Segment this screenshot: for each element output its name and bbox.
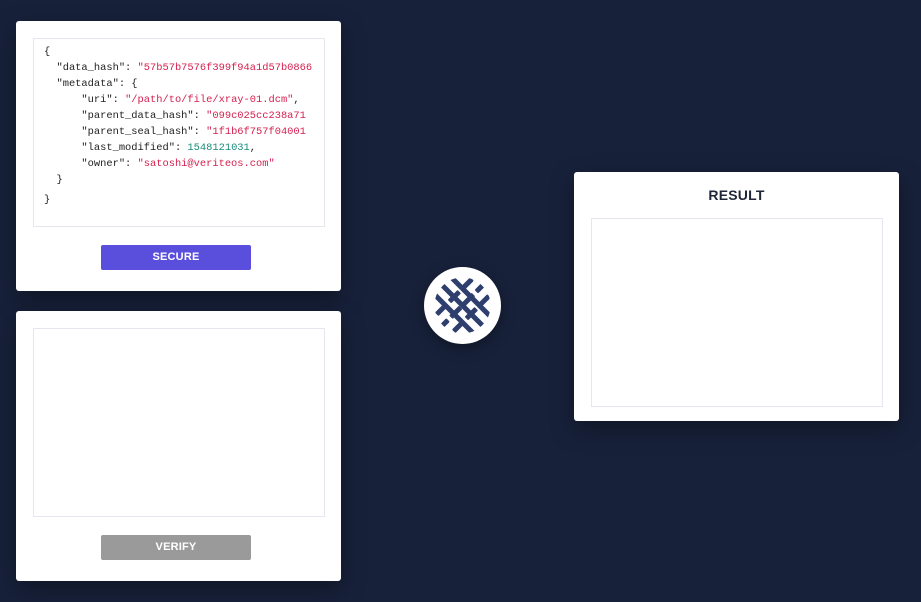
logo [424,267,501,344]
code-punct: , [249,142,257,154]
code-key: "parent_seal_hash": [44,126,207,138]
verify-input-area[interactable] [33,328,325,517]
code-line: "last_modified": 1548121031, [44,140,324,156]
code-key: "uri": [44,94,126,106]
code-string: "satoshi@veriteos.com" [137,158,275,170]
code-line: } [44,194,51,206]
code-string: "099c025cc238a71 [206,110,306,122]
code-key: "last_modified": [44,142,188,154]
code-key: "owner": [44,158,138,170]
code-line: "owner": "satoshi@veriteos.com" [44,156,324,172]
secure-card: { "data_hash": "57b57b7576f399f94a1d57b0… [16,21,341,291]
code-line: "uri": "/path/to/file/xray-01.dcm", [44,92,324,108]
code-line: "parent_data_hash": "099c025cc238a71 [44,108,324,124]
result-output-area[interactable] [591,218,883,407]
code-key: "data_hash": [44,62,138,74]
code-line: "parent_seal_hash": "1f1b6f757f04001 [44,124,324,140]
code-number: 1548121031 [187,142,250,154]
result-card: RESULT [574,172,899,421]
woven-lattice-logo-icon [433,276,492,335]
code-string: "1f1b6f757f04001 [206,126,306,138]
code-line: "metadata": { [44,78,138,90]
verify-button[interactable]: VERIFY [101,535,251,560]
code-string: "57b57b7576f399f94a1d57b0866 [137,62,313,74]
verify-card: VERIFY [16,311,341,581]
result-title: RESULT [708,187,765,203]
code-line: "data_hash": "57b57b7576f399f94a1d57b086… [44,60,324,76]
json-code: { "data_hash": "57b57b7576f399f94a1d57b0… [34,39,324,208]
secure-button[interactable]: SECURE [101,245,251,270]
code-punct: , [293,94,300,106]
code-key: "parent_data_hash": [44,110,207,122]
code-line: { [44,46,51,58]
code-line: } [44,174,63,186]
secure-json-editor[interactable]: { "data_hash": "57b57b7576f399f94a1d57b0… [33,38,325,227]
code-string: "/path/to/file/xray-01.dcm" [125,94,294,106]
